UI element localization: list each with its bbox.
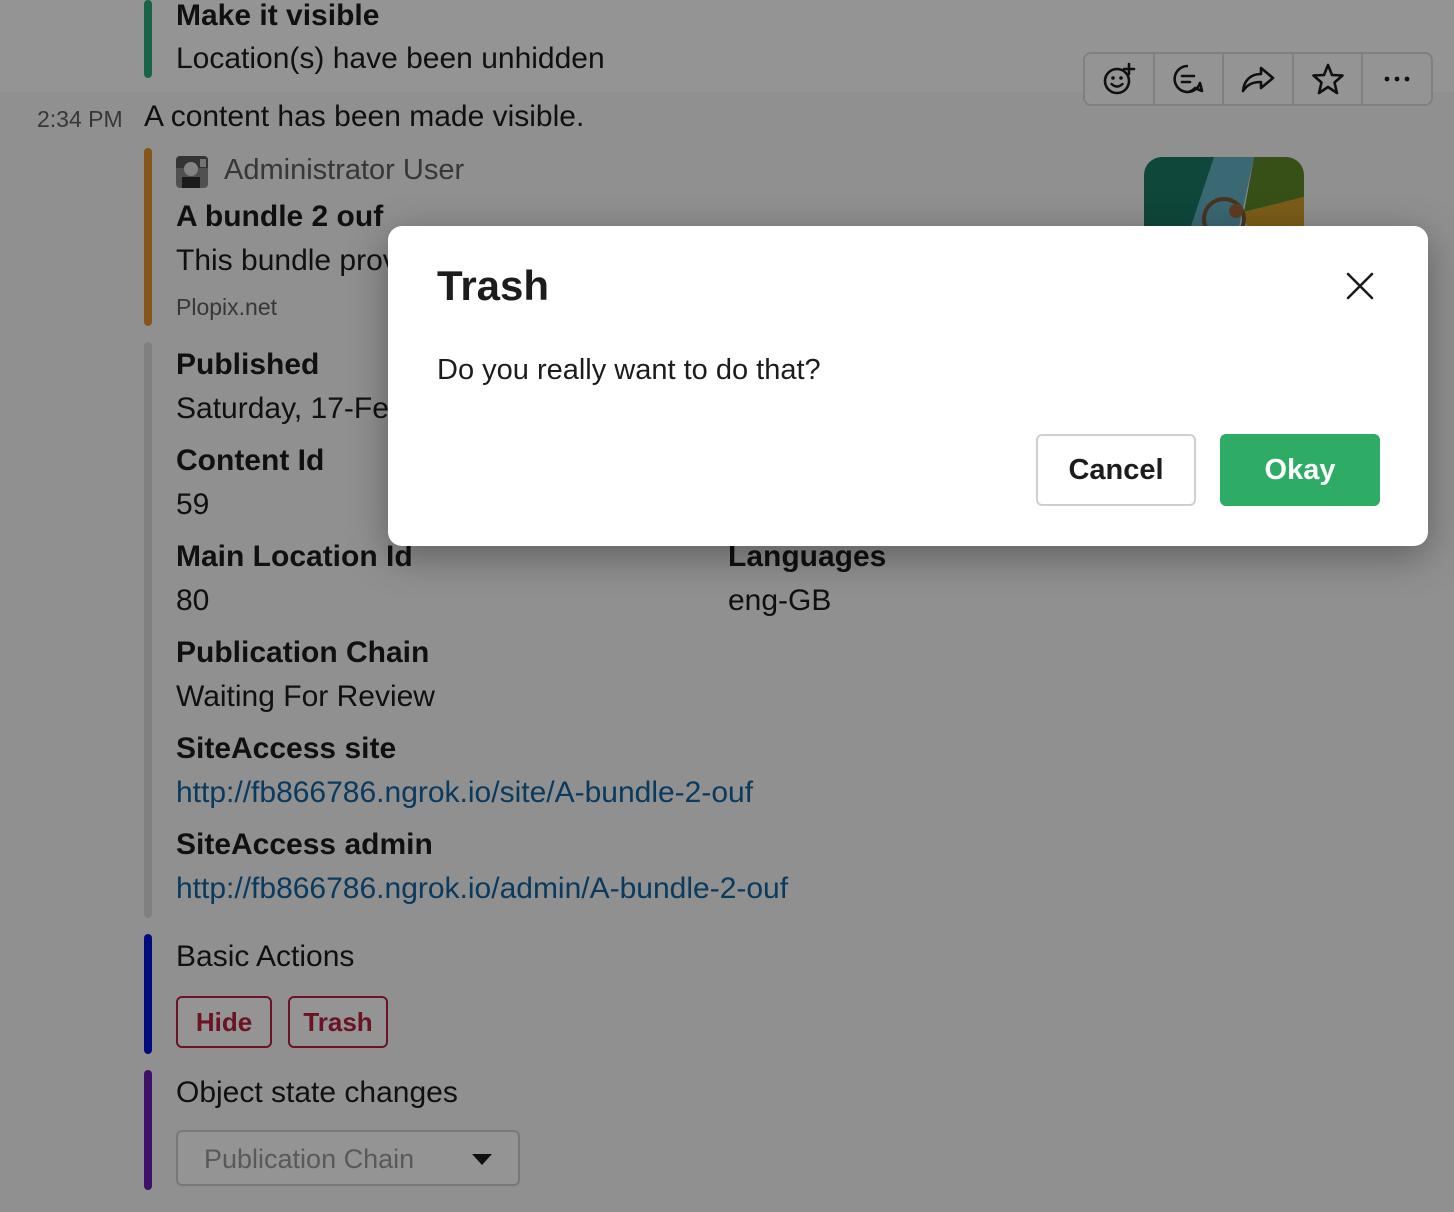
close-icon[interactable] xyxy=(1344,270,1376,302)
okay-button[interactable]: Okay xyxy=(1220,434,1380,506)
dialog-message: Do you really want to do that? xyxy=(437,354,821,386)
modal-overlay[interactable] xyxy=(0,0,1454,1212)
cancel-button[interactable]: Cancel xyxy=(1036,434,1196,506)
slack-channel-view: Make it visible Location(s) have been un… xyxy=(0,0,1454,1212)
dialog-title: Trash xyxy=(437,262,550,309)
trash-dialog: Trash Do you really want to do that? Can… xyxy=(388,226,1428,546)
